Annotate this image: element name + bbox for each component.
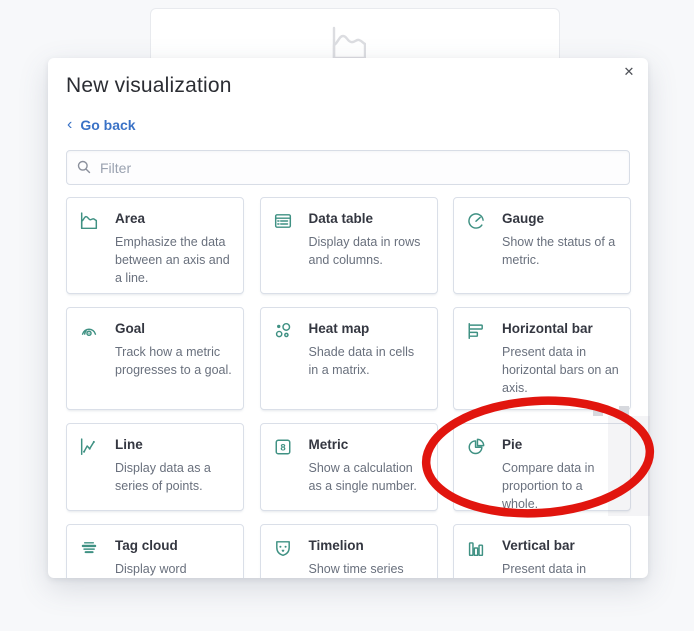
visualization-grid: Area Emphasize the data between an axis …: [66, 197, 631, 578]
viz-card-horizontal-bar[interactable]: Horizontal bar Present data in horizonta…: [453, 307, 631, 410]
viz-card-goal[interactable]: Goal Track how a metric progresses to a …: [66, 307, 244, 410]
viz-card-title: Metric: [308, 437, 349, 452]
go-back-label: Go back: [80, 117, 136, 133]
heat-map-icon: [274, 322, 294, 340]
viz-card-title: Data table: [308, 211, 374, 226]
horizontal-bar-icon: [467, 322, 487, 340]
viz-card-title: Vertical bar: [502, 538, 575, 553]
viz-card-vertical-bar[interactable]: Vertical bar Present data in vertical ba…: [453, 524, 631, 578]
viz-card-line[interactable]: Line Display data as a series of points.: [66, 423, 244, 511]
viz-card-gauge[interactable]: Gauge Show the status of a metric.: [453, 197, 631, 294]
viz-card-description: Show time series data on a graph.: [308, 562, 404, 576]
new-visualization-modal: ✕ New visualization ‹ Go back Area Empha…: [48, 58, 648, 578]
page-title: New visualization: [66, 74, 232, 97]
area-chart-icon: [80, 212, 100, 230]
viz-card-heat-map[interactable]: Heat map Shade data in cells in a matrix…: [259, 307, 438, 410]
data-table-icon: [274, 212, 294, 230]
filter-field-wrap: [66, 150, 630, 185]
viz-card-timelion[interactable]: Timelion Show time series data on a grap…: [259, 524, 438, 578]
viz-card-pie[interactable]: Pie Compare data in proportion to a whol…: [453, 423, 631, 511]
go-back-link[interactable]: ‹ Go back: [67, 116, 136, 134]
tag-cloud-icon: [80, 539, 100, 557]
viz-card-description: Compare data in proportion to a whole.: [502, 461, 595, 512]
viz-card-tag-cloud[interactable]: Tag cloud Display word frequency with fo…: [66, 524, 244, 578]
viz-card-description: Display data in rows and columns.: [308, 235, 421, 268]
viz-card-description: Show a calculation as a single number.: [308, 461, 417, 494]
viz-card-title: Goal: [115, 321, 146, 336]
metric-icon: 8: [274, 438, 294, 456]
timelion-icon: [274, 539, 294, 557]
vertical-bar-icon: [467, 539, 487, 557]
line-chart-icon: [80, 438, 100, 456]
viz-card-title: Gauge: [502, 211, 545, 226]
viz-card-title: Timelion: [308, 538, 364, 553]
viz-card-title: Horizontal bar: [502, 321, 593, 336]
viz-card-description: Present data in vertical bars on an axis…: [502, 562, 587, 576]
viz-card-description: Show the status of a metric.: [502, 235, 616, 268]
viz-card-title: Area: [115, 211, 146, 226]
viz-card-title: Pie: [502, 437, 523, 452]
viz-card-data-table[interactable]: Data table Display data in rows and colu…: [259, 197, 438, 294]
viz-card-description: Display data as a series of points.: [115, 461, 211, 494]
viz-card-description: Display word frequency with font size.: [115, 562, 187, 576]
goal-icon: [80, 322, 100, 340]
pie-chart-icon: [467, 438, 487, 456]
close-icon[interactable]: ✕: [618, 62, 640, 84]
viz-card-title: Heat map: [308, 321, 370, 336]
chevron-left-icon: ‹: [67, 116, 73, 133]
viz-card-description: Shade data in cells in a matrix.: [308, 345, 415, 378]
viz-card-metric[interactable]: 8 Metric Show a calculation as a single …: [259, 423, 438, 511]
viz-card-description: Emphasize the data between an axis and a…: [115, 235, 230, 286]
filter-input[interactable]: [66, 150, 630, 185]
viz-card-description: Track how a metric progresses to a goal.: [115, 345, 232, 378]
svg-text:8: 8: [280, 443, 286, 454]
search-icon: [77, 160, 91, 174]
viz-card-title: Line: [115, 437, 143, 452]
viz-card-description: Present data in horizontal bars on an ax…: [502, 345, 619, 396]
faint-area-chart-icon: [332, 26, 366, 60]
gauge-icon: [467, 212, 487, 230]
viz-card-title: Tag cloud: [115, 538, 178, 553]
viz-card-area[interactable]: Area Emphasize the data between an axis …: [66, 197, 244, 294]
